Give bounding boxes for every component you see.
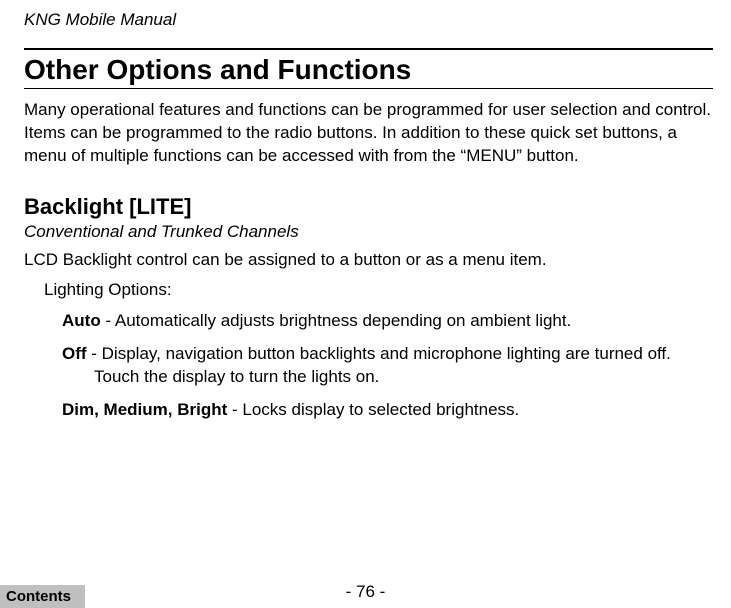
footer: - 76 - Contents <box>0 582 731 608</box>
subsection-desc: LCD Backlight control can be assigned to… <box>24 250 713 270</box>
subsection-title: Backlight [LITE] <box>24 194 713 220</box>
page-number: - 76 - <box>0 582 731 602</box>
option-text-cont: Touch the display to turn the lights on. <box>62 366 713 389</box>
doc-title: KNG Mobile Manual <box>24 10 713 30</box>
options-label: Lighting Options: <box>44 280 713 300</box>
option-text: - Display, navigation button backlights … <box>87 344 671 363</box>
subsection-subtitle: Conventional and Trunked Channels <box>24 222 713 242</box>
option-name: Off <box>62 344 87 363</box>
option-dim: Dim, Medium, Bright - Locks display to s… <box>62 399 713 422</box>
contents-button[interactable]: Contents <box>0 585 85 608</box>
option-text: - Automatically adjusts brightness depen… <box>101 311 572 330</box>
option-name: Dim, Medium, Bright <box>62 400 227 419</box>
rule-top <box>24 48 713 50</box>
rule-bottom <box>24 88 713 89</box>
section-intro: Many operational features and functions … <box>24 99 713 168</box>
option-off: Off - Display, navigation button backlig… <box>62 343 713 389</box>
section-title: Other Options and Functions <box>24 54 713 86</box>
option-name: Auto <box>62 311 101 330</box>
option-auto: Auto - Automatically adjusts brightness … <box>62 310 713 333</box>
option-text: - Locks display to selected brightness. <box>227 400 519 419</box>
